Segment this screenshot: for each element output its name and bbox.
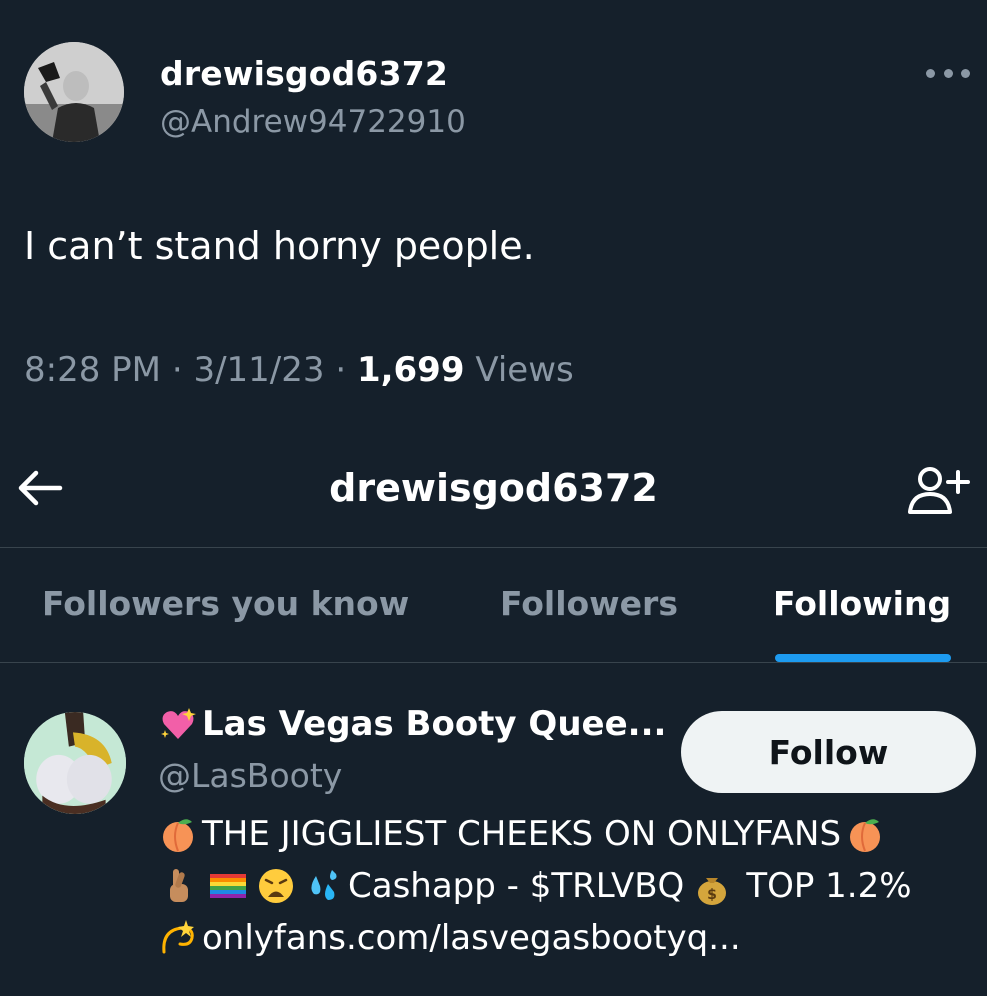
- sparkling-heart-emoji: [158, 704, 198, 744]
- peach-emoji: [845, 814, 885, 854]
- bio-line-1: THE JIGGLIEST CHEEKS ON ONLYFANS: [158, 814, 889, 854]
- user-name[interactable]: Las Vegas Booty Quee...: [158, 704, 666, 744]
- bio-cashapp: Cashapp - $TRLVBQ: [348, 866, 685, 906]
- tweet-avatar[interactable]: [24, 42, 124, 142]
- views-label[interactable]: Views: [475, 350, 573, 390]
- bio-line-2: Cashapp - $TRLVBQ $ TOP 1.2%: [158, 866, 912, 906]
- user-name-text[interactable]: Las Vegas Booty Quee...: [202, 704, 666, 744]
- more-icon[interactable]: [926, 58, 970, 88]
- peach-emoji: [158, 814, 198, 854]
- svg-text:$: $: [707, 887, 717, 903]
- tabs-divider: [0, 662, 987, 663]
- tweet-date[interactable]: 3/11/23: [193, 350, 324, 390]
- header-divider: [0, 547, 987, 548]
- meta-separator: ·: [335, 350, 347, 390]
- tab-following[interactable]: Following: [773, 584, 951, 623]
- money-bag-emoji: $: [692, 866, 732, 906]
- weary-face-emoji: [256, 866, 296, 906]
- rainbow-flag-emoji: [208, 866, 248, 906]
- meta-separator: ·: [171, 350, 183, 390]
- tab-followers-you-know[interactable]: Followers you know: [42, 584, 409, 623]
- dizzy-emoji: [158, 918, 198, 958]
- bio-link[interactable]: onlyfans.com/lasvegasbootyq...: [202, 918, 741, 958]
- page-title: drewisgod6372: [329, 466, 658, 510]
- tweet-time[interactable]: 8:28 PM: [24, 350, 161, 390]
- bio-top: TOP 1.2%: [746, 866, 912, 906]
- tweet-handle[interactable]: @Andrew94722910: [160, 104, 466, 140]
- user-avatar[interactable]: [24, 712, 126, 814]
- follow-button[interactable]: Follow: [681, 711, 976, 793]
- active-tab-indicator: [775, 654, 951, 662]
- tweet-text: I can’t stand horny people.: [24, 224, 535, 268]
- back-arrow-icon[interactable]: [14, 466, 66, 510]
- tweet-display-name[interactable]: drewisgod6372: [160, 54, 448, 93]
- more-dot: [961, 68, 970, 78]
- user-handle[interactable]: @LasBooty: [158, 756, 342, 795]
- views-count[interactable]: 1,699: [357, 350, 465, 390]
- bio-text-1: THE JIGGLIEST CHEEKS ON ONLYFANS: [202, 814, 842, 854]
- crossed-fingers-emoji: [158, 866, 198, 906]
- tweet-meta: 8:28 PM · 3/11/23 · 1,699 Views: [24, 350, 574, 390]
- more-dot: [926, 68, 935, 78]
- add-user-icon[interactable]: [900, 462, 972, 518]
- more-dot: [943, 68, 953, 78]
- bio-line-3: onlyfans.com/lasvegasbootyq...: [158, 918, 741, 958]
- tab-followers[interactable]: Followers: [500, 584, 678, 623]
- sweat-droplets-emoji: [304, 866, 344, 906]
